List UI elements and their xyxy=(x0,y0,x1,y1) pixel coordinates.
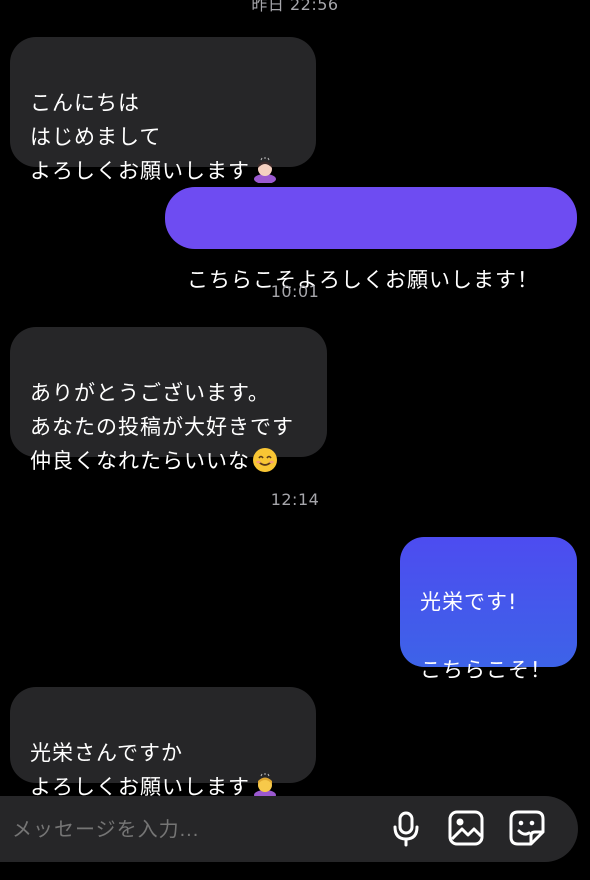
message-outgoing[interactable]: 光栄です! こちらこそ！ xyxy=(400,537,577,682)
message-outgoing[interactable]: こちらこそよろしくお願いします！ xyxy=(165,187,577,292)
timestamp: 12:14 xyxy=(270,490,320,509)
message-text: こんにちは はじめまして よろしくお願いします xyxy=(30,91,250,183)
message-incoming[interactable]: 光栄さんですか よろしくお願いします xyxy=(10,687,316,799)
message-composer xyxy=(0,796,578,864)
smiling-face-emoji xyxy=(253,448,277,472)
woman-bowing-emoji xyxy=(254,157,276,183)
timestamp: 10:01 xyxy=(270,282,320,301)
message-incoming[interactable]: ありがとうございます。 あなたの投稿が大好きです 仲良くなれたらいいな xyxy=(10,327,327,473)
microphone-icon[interactable] xyxy=(386,808,426,848)
image-icon[interactable] xyxy=(446,808,486,848)
message-input[interactable] xyxy=(10,796,374,864)
message-text: 光栄さんですか よろしくお願いします xyxy=(30,741,250,799)
sticker-icon[interactable] xyxy=(507,808,547,848)
message-incoming[interactable]: こんにちは はじめまして よろしくお願いします xyxy=(10,37,316,183)
message-text: 光栄です! こちらこそ！ xyxy=(420,590,552,682)
timestamp-top: 昨日 22:56 xyxy=(251,0,339,14)
